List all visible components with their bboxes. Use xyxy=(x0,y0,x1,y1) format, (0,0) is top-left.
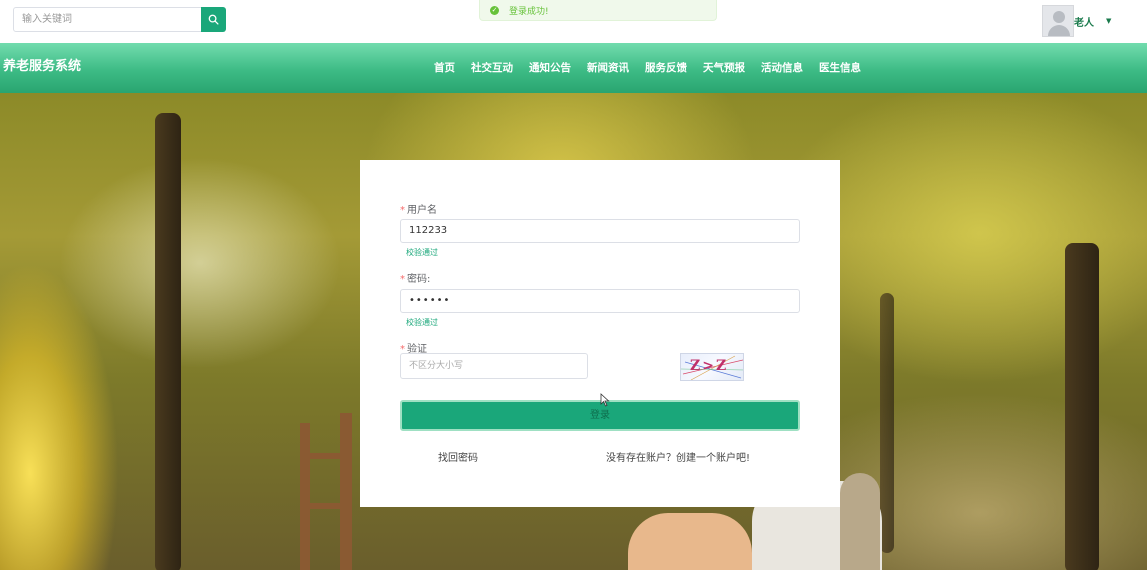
username-label: * 用户名 xyxy=(400,205,437,216)
tree-trunk xyxy=(880,293,894,553)
search-input[interactable]: 输入关键词 xyxy=(13,7,202,32)
mouse-cursor-icon xyxy=(600,393,610,407)
username-valid-hint: 校验通过 xyxy=(406,248,438,257)
nav-item-social[interactable]: 社交互动 xyxy=(471,60,513,75)
check-circle-icon: ✓ xyxy=(490,5,499,15)
password-input[interactable]: •••••• xyxy=(400,289,800,313)
captcha-input[interactable]: 不区分大小写 xyxy=(400,353,588,379)
wooden-structure xyxy=(300,503,352,509)
captcha-text: Z>Z xyxy=(690,358,729,374)
toast-message: 登录成功! xyxy=(509,6,549,17)
tree-trunk xyxy=(1065,243,1099,570)
password-label: * 密码: xyxy=(400,274,431,285)
nav-item-news[interactable]: 新闻资讯 xyxy=(587,60,629,75)
nav-item-doctors[interactable]: 医生信息 xyxy=(819,60,861,75)
tree-trunk xyxy=(155,113,181,570)
nav-item-notices[interactable]: 通知公告 xyxy=(529,60,571,75)
search-button[interactable] xyxy=(201,7,226,32)
username-input[interactable]: 112233 xyxy=(400,219,800,243)
password-valid-hint: 校验通过 xyxy=(406,318,438,327)
user-name[interactable]: 老人 xyxy=(1074,14,1094,29)
captcha-image[interactable]: Z>Z xyxy=(680,353,744,381)
wooden-structure xyxy=(340,413,352,570)
caret-down-icon[interactable]: ▼ xyxy=(1106,17,1111,25)
success-toast: ✓ 登录成功! xyxy=(479,0,717,21)
wooden-structure xyxy=(300,423,310,570)
nav-item-activities[interactable]: 活动信息 xyxy=(761,60,803,75)
wooden-structure xyxy=(300,453,352,459)
login-card: * 用户名 112233 校验通过 * 密码: •••••• 校验通过 * 验证 不区… xyxy=(360,160,840,507)
nav-bar: 养老服务系统 首页 社交互动 通知公告 新闻资讯 服务反馈 天气预报 活动信息 … xyxy=(0,43,1147,93)
nav-menu: 首页 社交互动 通知公告 新闻资讯 服务反馈 天气预报 活动信息 医生信息 xyxy=(434,60,877,75)
nav-item-home[interactable]: 首页 xyxy=(434,60,455,75)
user-menu[interactable]: 老人 ▼ xyxy=(1042,5,1111,37)
avatar[interactable] xyxy=(1042,5,1074,37)
top-bar: 输入关键词 ✓ 登录成功! 老人 ▼ xyxy=(0,0,1147,43)
person-figure xyxy=(628,513,752,570)
person-figure xyxy=(840,473,880,570)
nav-item-feedback[interactable]: 服务反馈 xyxy=(645,60,687,75)
forgot-password-link[interactable]: 找回密码 xyxy=(438,449,478,464)
nav-item-weather[interactable]: 天气预报 xyxy=(703,60,745,75)
register-link[interactable]: 没有存在账户？创建一个账户吧! xyxy=(606,449,750,464)
site-title: 养老服务系统 xyxy=(3,59,82,74)
search-icon xyxy=(208,14,219,25)
